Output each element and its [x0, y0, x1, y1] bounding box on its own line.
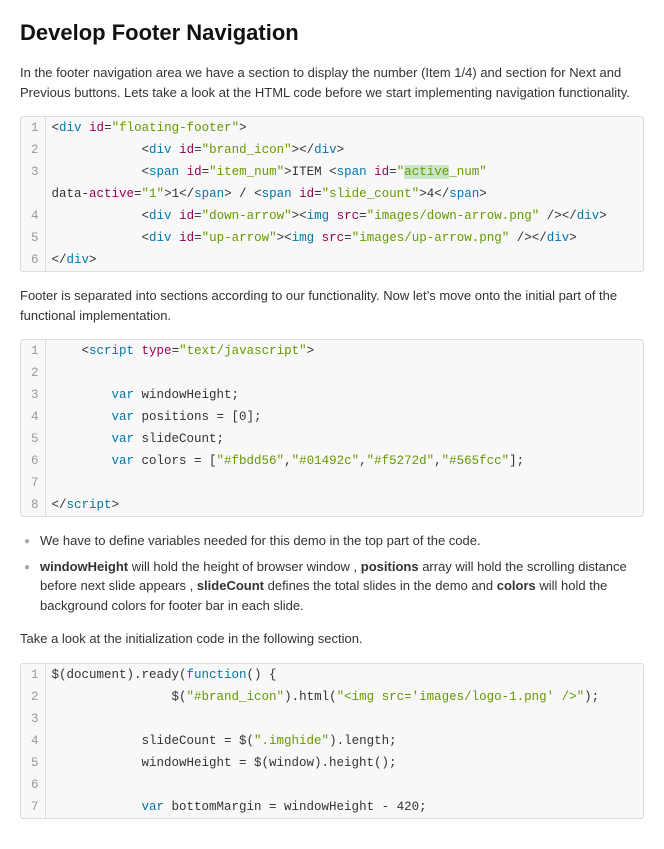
take-look-text: Take a look at the initialization code i…: [20, 629, 644, 649]
code-block-1: 1 <div id="floating-footer"> 2 <div id="…: [20, 116, 644, 272]
code-line: 3: [21, 708, 643, 730]
code-line: 3 <span id="item_num">ITEM <span id="act…: [21, 161, 643, 183]
code-line: 1 <div id="floating-footer">: [21, 117, 643, 139]
code-line: 1 <script type="text/javascript">: [21, 340, 643, 362]
code-line: 6 var colors = ["#fbdd56","#01492c","#f5…: [21, 450, 643, 472]
code-line: 4 var positions = [0];: [21, 406, 643, 428]
code-line: 5 <div id="up-arrow"><img src="images/up…: [21, 227, 643, 249]
code-line: 6 </div>: [21, 249, 643, 271]
code-line: 4 slideCount = $(".imghide").length;: [21, 730, 643, 752]
code-line: 2 $("#brand_icon").html("<img src='image…: [21, 686, 643, 708]
code-line: 4 <div id="down-arrow"><img src="images/…: [21, 205, 643, 227]
code-line: 7 var bottomMargin = windowHeight - 420;: [21, 796, 643, 818]
code-line: 2 <div id="brand_icon"></div>: [21, 139, 643, 161]
code-line: 8 </script>: [21, 494, 643, 516]
mid-text: Footer is separated into sections accord…: [20, 286, 644, 325]
intro-text: In the footer navigation area we have a …: [20, 63, 644, 102]
code-line: data-active="1">1</span> / <span id="sli…: [21, 183, 643, 205]
code-line: 2: [21, 362, 643, 384]
code-line: 5 windowHeight = $(window).height();: [21, 752, 643, 774]
code-block-2: 1 <script type="text/javascript"> 2 3 va…: [20, 339, 644, 517]
code-line: 1 $(document).ready(function() {: [21, 664, 643, 686]
code-block-3: 1 $(document).ready(function() { 2 $("#b…: [20, 663, 644, 819]
page-title: Develop Footer Navigation: [20, 16, 644, 49]
code-line: 5 var slideCount;: [21, 428, 643, 450]
bullet-list: We have to define variables needed for t…: [20, 531, 644, 615]
list-item-1: We have to define variables needed for t…: [20, 531, 644, 551]
code-line: 7: [21, 472, 643, 494]
code-line: 3 var windowHeight;: [21, 384, 643, 406]
list-item-2: windowHeight will hold the height of bro…: [20, 557, 644, 616]
code-line: 6: [21, 774, 643, 796]
